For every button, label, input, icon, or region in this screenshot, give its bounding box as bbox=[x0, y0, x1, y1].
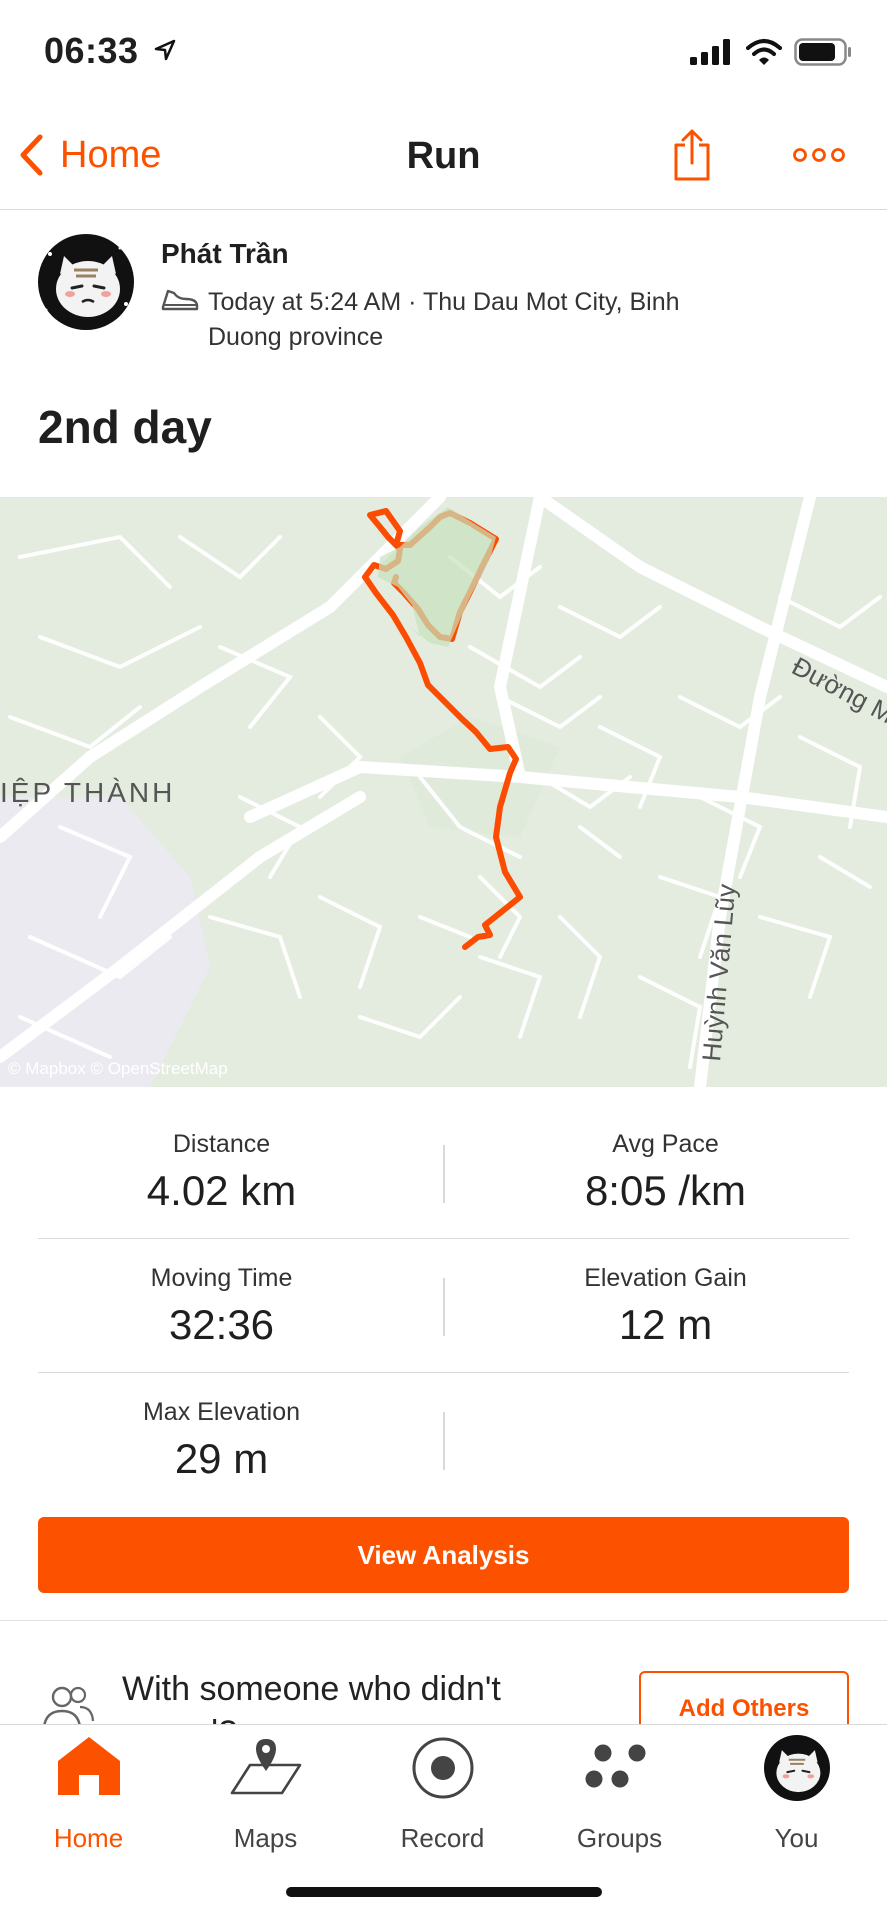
groups-icon bbox=[585, 1744, 645, 1788]
tab-maps[interactable]: Maps bbox=[177, 1725, 354, 1865]
chevron-left-icon bbox=[20, 134, 43, 176]
home-indicator[interactable] bbox=[286, 1887, 602, 1897]
shoe-icon bbox=[160, 285, 200, 318]
stat-value: 4.02 km bbox=[146, 1167, 297, 1214]
divider bbox=[443, 1412, 445, 1470]
stat-label: Elevation Gain bbox=[584, 1264, 747, 1292]
home-icon bbox=[57, 1737, 120, 1795]
activity-title: 2nd day bbox=[38, 401, 212, 453]
stat-value: 8:05 /km bbox=[584, 1167, 747, 1214]
status-time: 06:33 bbox=[44, 30, 139, 71]
group-activity-section: With someone who didn't record? Add Othe… bbox=[0, 1620, 887, 1731]
tab-label: Record bbox=[400, 1823, 485, 1853]
divider bbox=[38, 1238, 849, 1239]
tab-label: Maps bbox=[233, 1823, 298, 1853]
tab-label: You bbox=[774, 1823, 819, 1853]
battery-icon bbox=[794, 38, 851, 66]
stat-avg-pace: Avg Pace 8:05 /km bbox=[444, 1130, 887, 1215]
more-icon bbox=[793, 148, 845, 162]
avatar bbox=[763, 1735, 830, 1801]
map-label-district: IỆP THÀNH bbox=[0, 777, 175, 808]
activity-meta: Today at 5:24 AM · Thu Dau Mot City, Bin… bbox=[208, 288, 680, 351]
navigation-bar: Run Home bbox=[0, 105, 887, 210]
share-icon bbox=[674, 129, 710, 181]
add-others-button[interactable]: Add Others bbox=[639, 1671, 849, 1731]
tab-groups[interactable]: Groups bbox=[531, 1725, 708, 1865]
stat-value: 32:36 bbox=[168, 1301, 275, 1348]
stat-elevation-gain: Elevation Gain 12 m bbox=[444, 1264, 887, 1349]
tab-record[interactable]: Record bbox=[354, 1725, 531, 1865]
stat-label: Distance bbox=[172, 1130, 271, 1158]
back-label: Home bbox=[60, 133, 162, 176]
back-button[interactable]: Home bbox=[18, 133, 161, 177]
stat-value: 12 m bbox=[618, 1301, 713, 1348]
record-icon bbox=[412, 1737, 473, 1799]
tab-you[interactable]: You bbox=[708, 1725, 885, 1865]
maps-icon bbox=[230, 1739, 301, 1795]
stat-max-elevation: Max Elevation 29 m bbox=[0, 1398, 443, 1483]
cellular-signal-icon bbox=[690, 39, 730, 65]
more-options-button[interactable] bbox=[793, 147, 845, 168]
route-map[interactable]: IỆP THÀNH Huỳnh Văn Lũy Đường M © Mapbox… bbox=[0, 497, 887, 1087]
status-icons bbox=[690, 38, 852, 66]
stat-label: Moving Time bbox=[150, 1264, 293, 1292]
stat-label: Max Elevation bbox=[142, 1398, 301, 1426]
divider bbox=[443, 1278, 445, 1336]
divider bbox=[38, 1372, 849, 1373]
map-attribution: © Mapbox © OpenStreetMap bbox=[8, 1059, 228, 1078]
tab-label: Home bbox=[53, 1823, 124, 1853]
divider bbox=[443, 1145, 445, 1203]
location-arrow-icon bbox=[153, 38, 177, 67]
share-button[interactable] bbox=[672, 127, 712, 188]
stat-distance: Distance 4.02 km bbox=[0, 1130, 443, 1215]
tab-home[interactable]: Home bbox=[0, 1725, 177, 1865]
athlete-name[interactable]: Phát Trần bbox=[161, 238, 289, 270]
view-analysis-button[interactable]: View Analysis bbox=[38, 1517, 849, 1593]
stat-value: 29 m bbox=[174, 1435, 269, 1482]
with-someone-text: With someone who didn't record? bbox=[122, 1670, 501, 1731]
wifi-icon bbox=[746, 39, 782, 65]
stat-moving-time: Moving Time 32:36 bbox=[0, 1264, 443, 1349]
athlete-avatar[interactable] bbox=[38, 234, 134, 330]
stat-label: Avg Pace bbox=[612, 1130, 719, 1158]
tab-label: Groups bbox=[576, 1823, 663, 1853]
